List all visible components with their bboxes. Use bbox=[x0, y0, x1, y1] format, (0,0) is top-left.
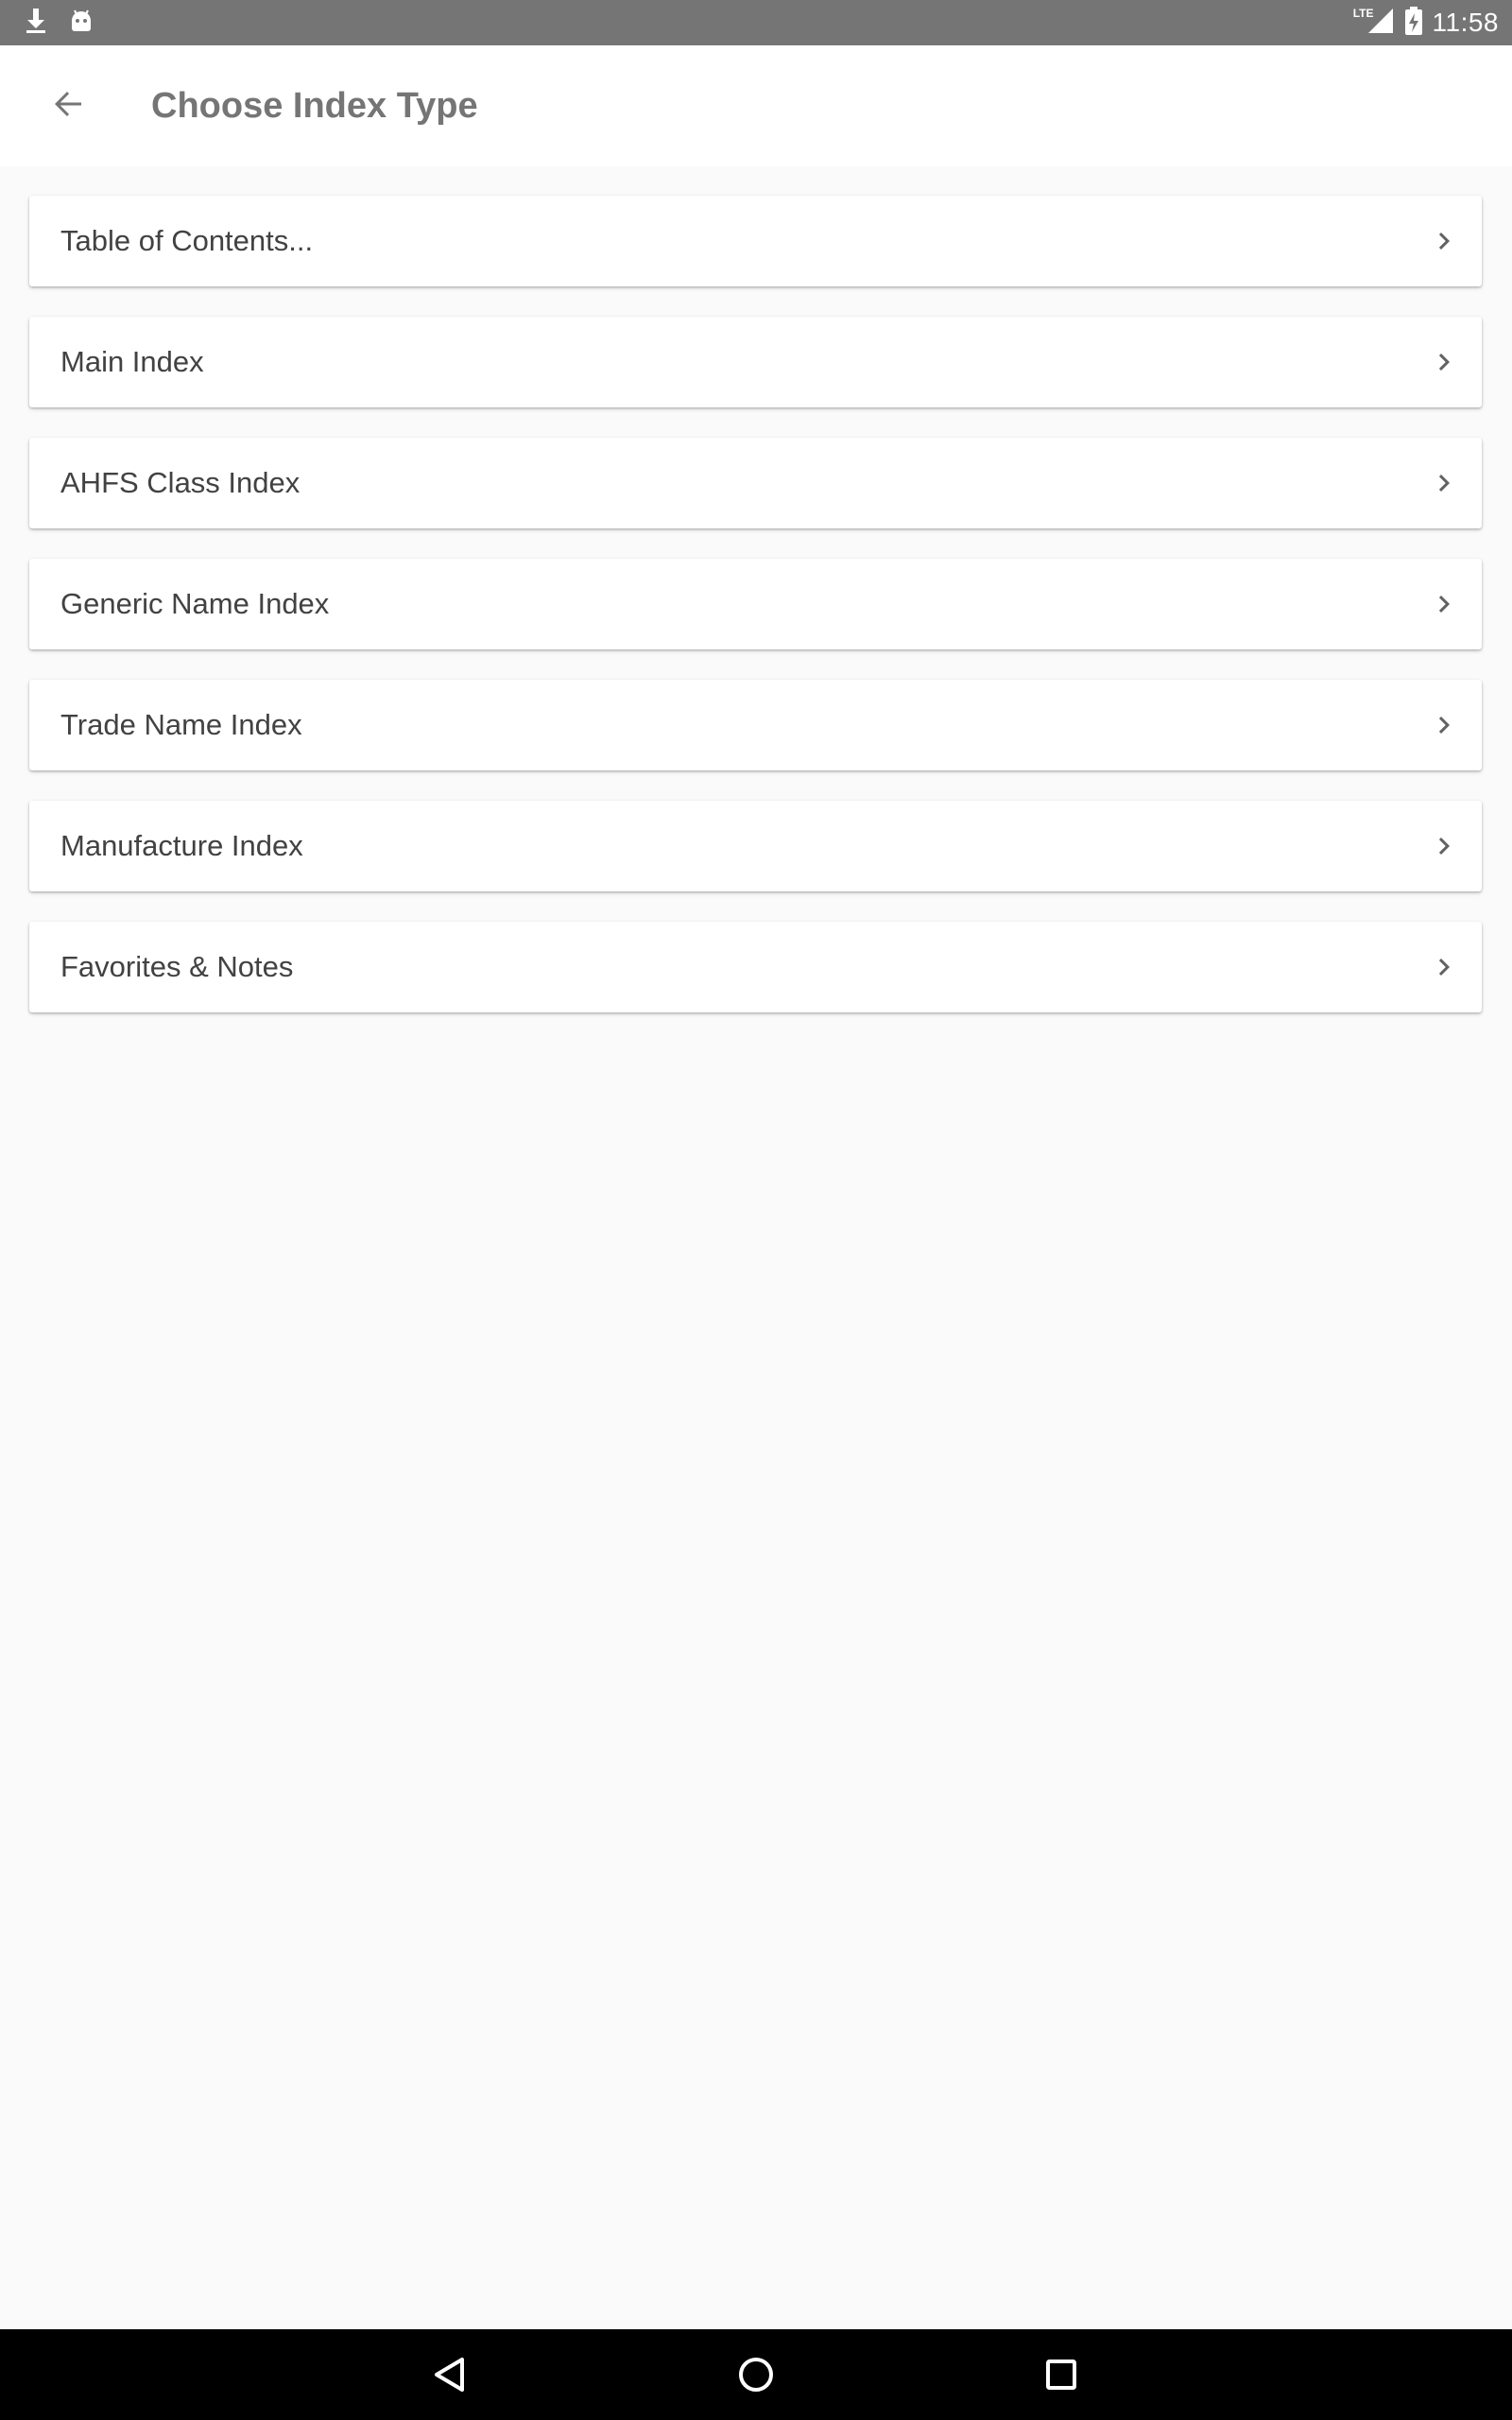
nav-back-icon bbox=[435, 2358, 464, 2392]
index-item-ahfs-class-index[interactable]: AHFS Class Index bbox=[29, 438, 1482, 528]
index-item-trade-name-index[interactable]: Trade Name Index bbox=[29, 680, 1482, 770]
nav-recents-button[interactable] bbox=[1033, 2346, 1090, 2403]
index-type-list: Table of Contents... Main Index AHFS Cla… bbox=[29, 196, 1482, 1043]
nav-home-button[interactable] bbox=[728, 2346, 784, 2403]
download-icon bbox=[23, 7, 49, 40]
nav-recents-icon bbox=[1046, 2360, 1076, 2390]
page-title: Choose Index Type bbox=[151, 86, 478, 126]
chevron-right-icon bbox=[1438, 233, 1450, 250]
index-item-label: Manufacture Index bbox=[60, 829, 303, 862]
app-bar: Choose Index Type bbox=[0, 45, 1512, 166]
index-item-label: Generic Name Index bbox=[60, 587, 330, 620]
chevron-right-icon bbox=[1438, 717, 1450, 734]
status-notifications bbox=[23, 6, 94, 40]
index-item-main-index[interactable]: Main Index bbox=[29, 317, 1482, 407]
arrow-back-icon bbox=[51, 87, 85, 126]
index-item-label: Table of Contents... bbox=[60, 224, 314, 257]
index-item-table-of-contents[interactable]: Table of Contents... bbox=[29, 196, 1482, 286]
index-item-favorites-notes[interactable]: Favorites & Notes bbox=[29, 922, 1482, 1012]
chevron-right-icon bbox=[1438, 475, 1450, 492]
navigation-bar bbox=[0, 2329, 1512, 2420]
nav-back-button[interactable] bbox=[421, 2346, 478, 2403]
index-item-label: Trade Name Index bbox=[60, 708, 302, 741]
status-bar: LTE 11:58 bbox=[0, 0, 1512, 45]
chevron-right-icon bbox=[1438, 354, 1450, 371]
nav-home-icon bbox=[739, 2358, 773, 2392]
back-button[interactable] bbox=[38, 76, 98, 136]
chevron-right-icon bbox=[1438, 959, 1450, 976]
status-time: 11:58 bbox=[1432, 8, 1499, 37]
battery-charging-icon bbox=[1404, 6, 1423, 40]
chevron-right-icon bbox=[1438, 596, 1450, 613]
index-item-label: Favorites & Notes bbox=[60, 950, 294, 983]
android-icon bbox=[68, 8, 94, 39]
index-item-label: Main Index bbox=[60, 345, 204, 378]
network-type: LTE bbox=[1352, 7, 1374, 20]
index-item-manufacture-index[interactable]: Manufacture Index bbox=[29, 801, 1482, 891]
index-item-label: AHFS Class Index bbox=[60, 466, 301, 499]
chevron-right-icon bbox=[1438, 838, 1450, 855]
index-item-generic-name-index[interactable]: Generic Name Index bbox=[29, 559, 1482, 649]
status-system: LTE 11:58 bbox=[1353, 0, 1499, 45]
